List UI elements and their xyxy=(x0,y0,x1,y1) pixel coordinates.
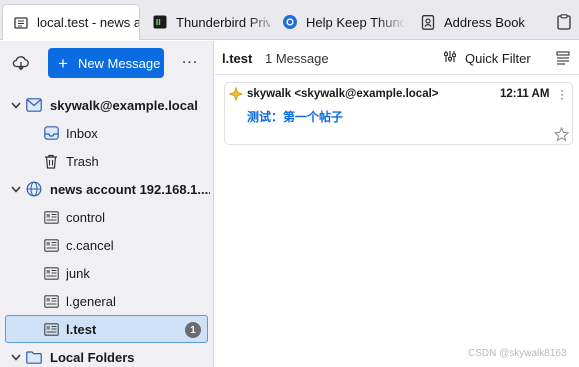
account-label: news account 192.168.1.... xyxy=(50,181,210,197)
list-layout-icon[interactable] xyxy=(556,51,572,67)
message-sender: skywalk <skywalk@example.local> xyxy=(247,88,439,100)
message-count: 1 Message xyxy=(265,51,329,66)
clipboard-icon xyxy=(556,14,572,30)
account-label: Local Folders xyxy=(50,349,135,365)
new-message-label: New Message xyxy=(77,55,161,71)
newsgroup-icon xyxy=(43,237,59,253)
newsgroup-icon xyxy=(13,15,29,31)
account-skywalk[interactable]: skywalk@example.local xyxy=(0,91,214,119)
current-folder-name: l.test xyxy=(222,51,253,66)
folder-inbox[interactable]: Inbox xyxy=(0,119,214,147)
filter-sliders-icon xyxy=(443,50,457,66)
folder-label: junk xyxy=(66,265,90,281)
newsgroup-icon xyxy=(43,321,59,337)
newsgroup-icon xyxy=(43,293,59,309)
new-message-button[interactable]: + New Message xyxy=(48,48,164,78)
account-news[interactable]: news account 192.168.1.... xyxy=(0,175,214,203)
chevron-down-icon[interactable] xyxy=(10,99,22,111)
tab-label: Address Book xyxy=(444,14,525,30)
tab-label: local.test - news a xyxy=(37,15,139,30)
star-icon[interactable] xyxy=(553,126,570,142)
message-card[interactable]: skywalk <skywalk@example.local> 12:11 AM… xyxy=(224,82,573,145)
message-list-header: l.test 1 Message Quick Filter xyxy=(215,41,579,75)
folder-label: c.cancel xyxy=(66,237,114,253)
folder-label: l.general xyxy=(66,293,116,309)
newsgroup-c-cancel[interactable]: c.cancel xyxy=(0,231,214,259)
new-message-sparkle-icon xyxy=(228,86,244,102)
account-label: skywalk@example.local xyxy=(50,97,198,113)
more-options-button[interactable]: ... xyxy=(180,51,200,73)
newsgroup-icon xyxy=(43,209,59,225)
unread-count-badge: 1 xyxy=(185,322,201,338)
globe-icon xyxy=(26,181,42,197)
message-subject: 测试：第一个帖子 xyxy=(247,110,344,124)
folder-label: Trash xyxy=(66,153,99,169)
folder-icon xyxy=(26,349,42,365)
terminal-page-icon xyxy=(152,14,168,30)
quick-filter-label: Quick Filter xyxy=(465,50,531,66)
chevron-down-icon[interactable] xyxy=(10,351,22,363)
folder-pane-header: + New Message ... xyxy=(0,41,214,85)
folder-label: Inbox xyxy=(66,125,98,141)
message-menu-button[interactable]: · · · xyxy=(558,84,566,104)
tab-tasks[interactable] xyxy=(546,4,579,40)
message-list-pane: l.test 1 Message Quick Filter skywalk <s… xyxy=(215,41,579,367)
trash-icon xyxy=(43,153,59,169)
account-local-folders[interactable]: Local Folders xyxy=(0,343,214,367)
newsgroup-icon xyxy=(43,265,59,281)
newsgroup-junk[interactable]: junk xyxy=(0,259,214,287)
quick-filter-button[interactable]: Quick Filter xyxy=(443,50,531,66)
get-messages-icon xyxy=(12,55,30,74)
tab-help-keep-thunderbird[interactable]: Help Keep Thund xyxy=(272,4,404,40)
plus-icon: + xyxy=(58,53,68,73)
chevron-down-icon[interactable] xyxy=(10,183,22,195)
tab-local-test[interactable]: local.test - news a xyxy=(2,4,140,40)
folder-trash[interactable]: Trash xyxy=(0,147,214,175)
address-book-icon xyxy=(420,14,436,30)
firefox-globe-icon xyxy=(282,14,298,30)
tab-strip: local.test - news a Thunderbird Priva He… xyxy=(0,0,579,40)
folder-label: l.test xyxy=(66,321,97,337)
get-messages-button[interactable] xyxy=(10,53,32,75)
tab-label: Thunderbird Priva xyxy=(176,14,270,30)
folder-label: control xyxy=(66,209,106,225)
message-time: 12:11 AM xyxy=(500,88,550,100)
newsgroup-l-test[interactable]: l.test 1 xyxy=(5,315,208,343)
folder-pane: + New Message ... skywalk@example.local … xyxy=(0,41,214,367)
newsgroup-l-general[interactable]: l.general xyxy=(0,287,214,315)
tab-thunderbird-privacy[interactable]: Thunderbird Priva xyxy=(142,4,270,40)
newsgroup-control[interactable]: control xyxy=(0,203,214,231)
tab-address-book[interactable]: Address Book xyxy=(410,4,540,40)
mail-account-icon xyxy=(26,97,42,113)
watermark-text: CSDN @skywalk8163 xyxy=(468,348,567,359)
inbox-icon xyxy=(43,125,59,141)
tab-label: Help Keep Thund xyxy=(306,14,404,30)
